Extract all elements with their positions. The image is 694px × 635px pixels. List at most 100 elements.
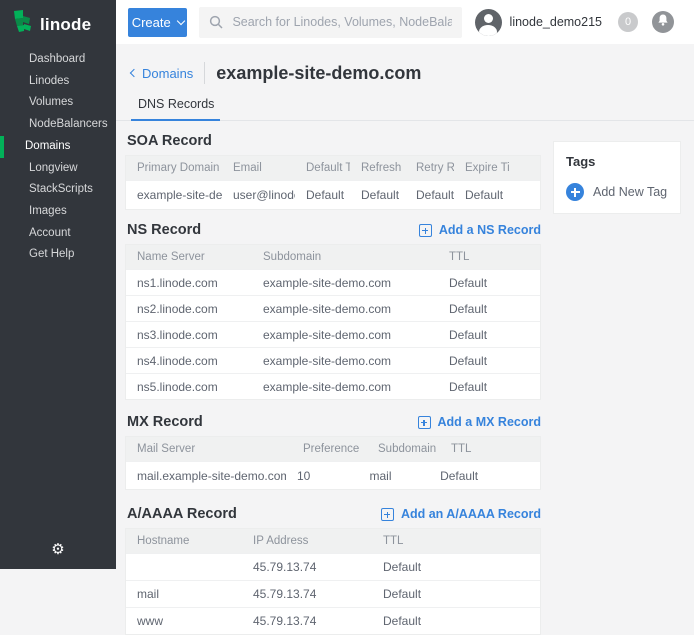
breadcrumb-back-link[interactable]: Domains xyxy=(131,66,193,81)
ns-table: Name Server Subdomain TTL ns1.linode.com… xyxy=(125,244,541,400)
sidebar-item-volumes[interactable]: Volumes xyxy=(0,92,116,114)
plus-circle-icon xyxy=(566,183,584,201)
table-cell: Default xyxy=(295,188,350,202)
a-section-title: A/AAAA Record xyxy=(125,506,237,522)
sidebar-item-get-help[interactable]: Get Help xyxy=(0,244,116,266)
sidebar-item-stackscripts[interactable]: StackScripts xyxy=(0,179,116,201)
breadcrumb-label: Domains xyxy=(142,66,193,81)
sidebar-item-nodebalancers[interactable]: NodeBalancers xyxy=(0,114,116,136)
table-row: ns2.linode.com example-site-demo.com Def… xyxy=(126,295,540,321)
column-header: Subdomain xyxy=(252,251,438,263)
add-new-tag-label: Add New Tag xyxy=(593,185,667,199)
table-cell: ns2.linode.com xyxy=(126,302,252,316)
soa-table: Primary Domain Email Default TTL Refresh… xyxy=(125,155,541,210)
table-cell: ns1.linode.com xyxy=(126,276,252,290)
add-mx-record-button[interactable]: Add a MX Record xyxy=(418,415,542,429)
table-header-row: Hostname IP Address TTL xyxy=(126,529,540,553)
tab-dns-records[interactable]: DNS Records xyxy=(131,91,220,121)
breadcrumb: Domains example-site-demo.com xyxy=(131,61,694,85)
user-avatar[interactable] xyxy=(475,9,502,36)
search-input[interactable] xyxy=(232,15,451,29)
table-cell: Default xyxy=(372,587,492,601)
table-row: ns3.linode.com example-site-demo.com Def… xyxy=(126,321,540,347)
table-cell: 45.79.13.74 xyxy=(242,614,372,628)
column-header: Refresh Rate xyxy=(350,162,405,174)
column-header: Email xyxy=(222,162,295,174)
table-cell: ns3.linode.com xyxy=(126,328,252,342)
chevron-left-icon xyxy=(130,69,138,77)
notifications-bell-button[interactable] xyxy=(652,11,674,33)
linode-logo[interactable]: linode xyxy=(0,0,116,40)
avatar-head xyxy=(484,14,493,23)
add-record-icon xyxy=(419,224,432,237)
column-header: Default TTL xyxy=(295,162,350,174)
search-icon xyxy=(209,15,223,29)
add-record-icon xyxy=(381,508,394,521)
table-cell: Default xyxy=(454,188,510,202)
column-header: Retry Rate xyxy=(405,162,454,174)
gear-icon[interactable]: ⚙ xyxy=(0,540,116,558)
sidebar-item-longview[interactable]: Longview xyxy=(0,158,116,180)
mx-section-title: MX Record xyxy=(125,414,203,430)
table-row: mail 45.79.13.74 Default xyxy=(126,580,540,607)
ns-section-title: NS Record xyxy=(125,222,201,238)
sidebar-item-linodes[interactable]: Linodes xyxy=(0,71,116,93)
table-row: example-site-demo.com user@linode.com De… xyxy=(126,180,540,209)
table-cell: Default xyxy=(438,354,540,368)
table-header-row: Mail Server Preference Subdomain TTL xyxy=(126,437,540,461)
search-bar xyxy=(199,7,461,38)
add-a-record-button[interactable]: Add an A/AAAA Record xyxy=(381,507,541,521)
top-bar: Create linode_demo215 0 xyxy=(116,0,694,44)
table-row: 45.79.13.74 Default xyxy=(126,553,540,580)
add-record-icon xyxy=(418,416,431,429)
sidebar-item-domains[interactable]: Domains xyxy=(0,136,116,158)
tags-panel-title: Tags xyxy=(566,154,668,169)
table-cell: Default xyxy=(405,188,454,202)
table-cell: example-site-demo.com xyxy=(252,276,438,290)
create-button[interactable]: Create xyxy=(128,8,187,37)
chevron-down-icon xyxy=(176,16,184,24)
soa-section-title: SOA Record xyxy=(125,133,212,149)
brand-name: linode xyxy=(40,15,91,35)
table-cell: mail xyxy=(126,587,242,601)
add-mx-record-label: Add a MX Record xyxy=(438,415,542,429)
table-row: ns4.linode.com example-site-demo.com Def… xyxy=(126,347,540,373)
add-ns-record-button[interactable]: Add a NS Record xyxy=(419,223,541,237)
table-row: ns5.linode.com example-site-demo.com Def… xyxy=(126,373,540,399)
table-cell: www xyxy=(126,614,242,628)
column-header: Preference xyxy=(292,443,367,455)
table-cell: example-site-demo.com xyxy=(126,188,222,202)
table-cell: example-site-demo.com xyxy=(252,302,438,316)
column-header: Mail Server xyxy=(126,443,292,455)
main-content: Domains example-site-demo.com DNS Record… xyxy=(116,44,694,569)
avatar-body xyxy=(479,25,497,36)
table-row: mail.example-site-demo.com 10 mail Defau… xyxy=(126,461,540,489)
username-label[interactable]: linode_demo215 xyxy=(510,15,602,29)
column-header: TTL xyxy=(438,251,540,263)
table-cell: 45.79.13.74 xyxy=(242,560,372,574)
table-cell: ns5.linode.com xyxy=(126,380,252,394)
column-header: Subdomain xyxy=(367,443,440,455)
table-cell: example-site-demo.com xyxy=(252,354,438,368)
bell-icon xyxy=(657,13,669,31)
sidebar-item-dashboard[interactable]: Dashboard xyxy=(0,49,116,71)
sidebar-item-account[interactable]: Account xyxy=(0,223,116,245)
table-cell: Default xyxy=(350,188,405,202)
sidebar-nav: Dashboard Linodes Volumes NodeBalancers … xyxy=(0,49,116,266)
table-cell: Default xyxy=(438,380,540,394)
a-record-table: Hostname IP Address TTL 45.79.13.74 Defa… xyxy=(125,528,541,635)
table-cell: Default xyxy=(372,560,492,574)
add-new-tag-button[interactable]: Add New Tag xyxy=(566,183,668,201)
create-button-label: Create xyxy=(132,15,171,30)
column-header: Primary Domain xyxy=(126,162,222,174)
table-cell: Default xyxy=(372,614,492,628)
column-header: Hostname xyxy=(126,535,242,547)
sidebar-item-images[interactable]: Images xyxy=(0,201,116,223)
table-cell: Default xyxy=(429,469,516,483)
breadcrumb-divider xyxy=(204,62,205,84)
notification-count-badge: 0 xyxy=(618,12,638,32)
table-cell: 45.79.13.74 xyxy=(242,587,372,601)
tags-panel: Tags Add New Tag xyxy=(553,141,681,214)
table-cell: mail xyxy=(358,469,429,483)
table-cell: mail.example-site-demo.com xyxy=(126,469,286,483)
